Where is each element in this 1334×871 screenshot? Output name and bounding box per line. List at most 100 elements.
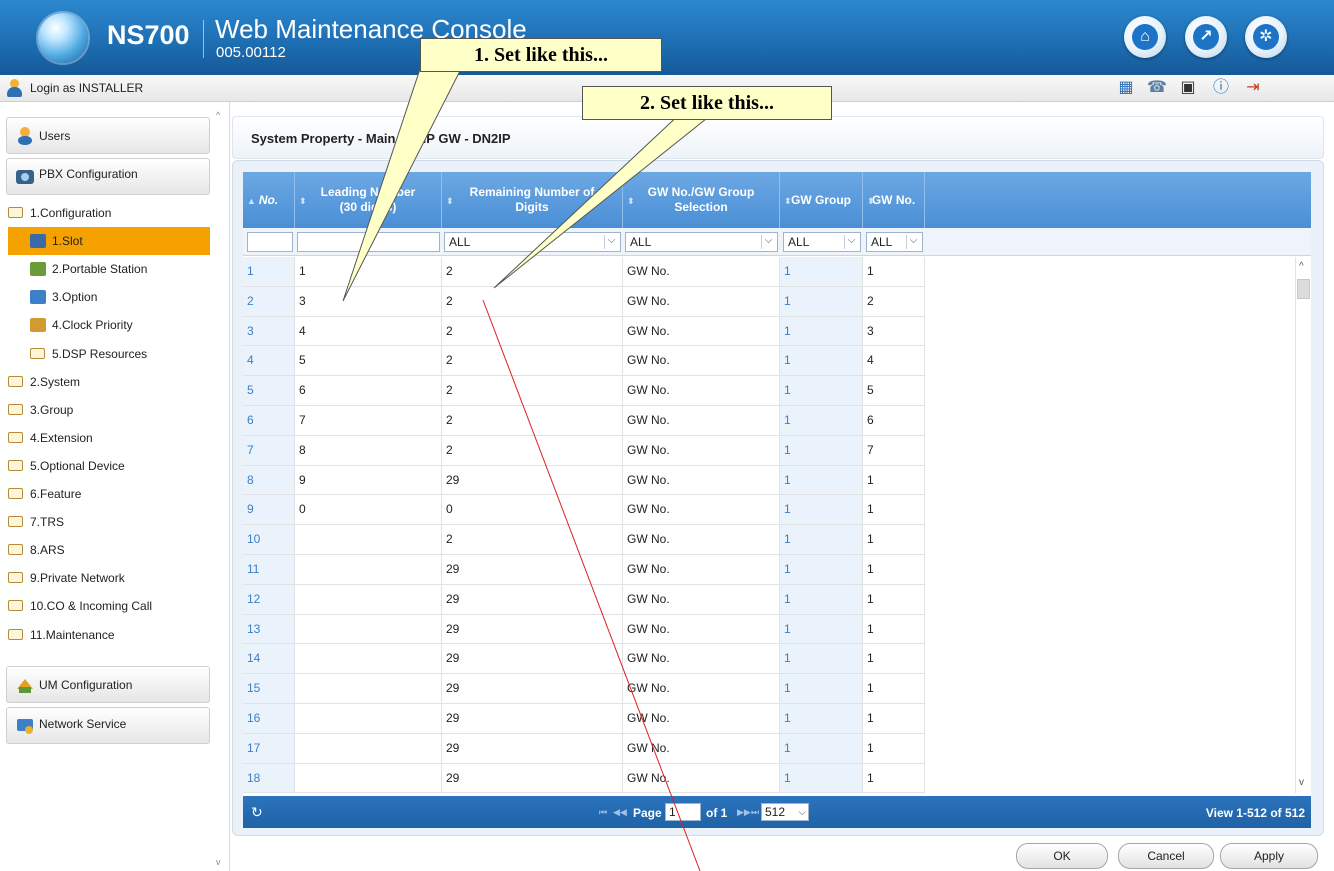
cell-gw-group[interactable]: 1 <box>780 435 863 466</box>
cell-gw-selection[interactable]: GW No. <box>623 525 780 555</box>
cell-gw-no[interactable]: 1 <box>863 584 925 615</box>
last-page-icon[interactable]: ⏭ <box>751 807 759 818</box>
cell-gw-selection[interactable]: GW No. <box>623 346 780 377</box>
cell-remaining-digits[interactable]: 2 <box>442 525 623 555</box>
cell-gw-selection[interactable]: GW No. <box>623 763 780 793</box>
table-row[interactable]: 10 2 GW No. 1 1 <box>243 525 1295 555</box>
cell-remaining-digits[interactable]: 2 <box>442 435 623 466</box>
cell-gw-group[interactable]: 1 <box>780 257 863 287</box>
cell-leading-number[interactable] <box>295 525 442 555</box>
cell-leading-number[interactable]: 7 <box>295 406 442 436</box>
table-row[interactable]: 1 1 2 GW No. 1 1 <box>243 257 1295 287</box>
cell-remaining-digits[interactable]: 2 <box>442 286 623 317</box>
sidebar-item-feature[interactable]: 6.Feature <box>8 480 210 508</box>
cell-remaining-digits[interactable]: 2 <box>442 257 623 287</box>
cell-gw-group[interactable]: 1 <box>780 346 863 377</box>
cell-leading-number[interactable] <box>295 614 442 645</box>
cell-gw-selection[interactable]: GW No. <box>623 733 780 764</box>
wrench-icon[interactable]: ↗ <box>1185 16 1227 58</box>
sidebar-item-slot[interactable]: 1.Slot <box>8 227 210 256</box>
filter-group-select[interactable]: ALL ⌵ <box>783 232 861 252</box>
sidebar-item-trs[interactable]: 7.TRS <box>8 508 210 536</box>
sidebar-item-portable-station[interactable]: 2.Portable Station <box>8 255 210 283</box>
cell-gw-no[interactable]: 7 <box>863 435 925 466</box>
cell-gw-selection[interactable]: GW No. <box>623 465 780 496</box>
cell-remaining-digits[interactable]: 29 <box>442 644 623 675</box>
sidebar-item-optional-device[interactable]: 5.Optional Device <box>8 452 210 480</box>
page-input[interactable]: 1 <box>665 803 701 821</box>
cell-leading-number[interactable]: 6 <box>295 376 442 406</box>
sidebar-item-clock-priority[interactable]: 4.Clock Priority <box>8 311 210 339</box>
table-row[interactable]: 9 0 0 GW No. 1 1 <box>243 495 1295 526</box>
sidebar-item-group[interactable]: 3.Group <box>8 396 210 424</box>
cell-gw-selection[interactable]: GW No. <box>623 644 780 675</box>
info-icon[interactable]: ⓘ <box>1211 78 1231 98</box>
cell-leading-number[interactable]: 0 <box>295 495 442 526</box>
cell-gw-selection[interactable]: GW No. <box>623 614 780 645</box>
apply-button[interactable]: Apply <box>1220 843 1318 869</box>
cancel-button[interactable]: Cancel <box>1118 843 1214 869</box>
cell-gw-selection[interactable]: GW No. <box>623 495 780 526</box>
column-header-remaining-digits[interactable]: ⬍ Remaining Number of Digits <box>442 172 623 228</box>
gear-icon[interactable]: ✲ <box>1245 16 1287 58</box>
sidebar-item-configuration[interactable]: 1.Configuration <box>8 199 210 227</box>
cell-leading-number[interactable]: 3 <box>295 286 442 317</box>
sidebar-item-ars[interactable]: 8.ARS <box>8 536 210 564</box>
cell-remaining-digits[interactable]: 2 <box>442 406 623 436</box>
cell-gw-group[interactable]: 1 <box>780 584 863 615</box>
cell-gw-no[interactable]: 1 <box>863 733 925 764</box>
sidebar-section-um[interactable]: UM Configuration <box>6 666 210 703</box>
table-row[interactable]: 3 4 2 GW No. 1 3 <box>243 316 1295 347</box>
column-header-leading-number[interactable]: ⬍ Leading Number (30 digits) <box>295 172 442 228</box>
cell-gw-selection[interactable]: GW No. <box>623 316 780 347</box>
cell-leading-number[interactable] <box>295 674 442 704</box>
cell-gw-group[interactable]: 1 <box>780 644 863 675</box>
table-row[interactable]: 5 6 2 GW No. 1 5 <box>243 376 1295 406</box>
column-header-gw-group[interactable]: ⬍ GW Group <box>780 172 863 228</box>
cell-leading-number[interactable]: 9 <box>295 465 442 496</box>
cell-leading-number[interactable] <box>295 763 442 793</box>
cell-gw-selection[interactable]: GW No. <box>623 674 780 704</box>
sidebar-item-extension[interactable]: 4.Extension <box>8 424 210 452</box>
cell-gw-group[interactable]: 1 <box>780 525 863 555</box>
grid-scrollbar[interactable]: ^ v <box>1295 257 1311 793</box>
cell-gw-group[interactable]: 1 <box>780 555 863 585</box>
cell-leading-number[interactable]: 8 <box>295 435 442 466</box>
table-row[interactable]: 12 29 GW No. 1 1 <box>243 584 1295 615</box>
table-row[interactable]: 11 29 GW No. 1 1 <box>243 555 1295 585</box>
cell-gw-group[interactable]: 1 <box>780 674 863 704</box>
sidebar-scrollbar[interactable]: ^ v <box>212 102 228 871</box>
next-page-icon[interactable]: ▶▶ <box>737 807 751 818</box>
prev-page-icon[interactable]: ◀◀ <box>613 807 627 818</box>
cell-leading-number[interactable] <box>295 555 442 585</box>
column-header-no[interactable]: ▲ No. <box>243 172 295 228</box>
cell-gw-no[interactable]: 1 <box>863 614 925 645</box>
ok-button[interactable]: OK <box>1016 843 1108 869</box>
cell-remaining-digits[interactable]: 2 <box>442 316 623 347</box>
cell-gw-no[interactable]: 4 <box>863 346 925 377</box>
sidebar-item-option[interactable]: 3.Option <box>8 283 210 311</box>
table-row[interactable]: 17 29 GW No. 1 1 <box>243 733 1295 764</box>
cell-gw-no[interactable]: 1 <box>863 644 925 675</box>
cell-gw-selection[interactable]: GW No. <box>623 376 780 406</box>
filter-no-input[interactable] <box>247 232 293 252</box>
cell-remaining-digits[interactable]: 2 <box>442 346 623 377</box>
sidebar-item-co-incoming-call[interactable]: 10.CO & Incoming Call <box>8 592 210 620</box>
cell-gw-group[interactable]: 1 <box>780 495 863 526</box>
sidebar-section-users[interactable]: Users <box>6 117 210 154</box>
table-row[interactable]: 7 8 2 GW No. 1 7 <box>243 435 1295 466</box>
column-header-gw-selection[interactable]: ⬍ GW No./GW Group Selection <box>623 172 780 228</box>
cell-gw-no[interactable]: 1 <box>863 525 925 555</box>
cell-gw-no[interactable]: 1 <box>863 465 925 496</box>
sidebar-item-private-network[interactable]: 9.Private Network <box>8 564 210 592</box>
table-row[interactable]: 15 29 GW No. 1 1 <box>243 674 1295 704</box>
scroll-up-icon[interactable]: ^ <box>1299 261 1304 272</box>
cell-gw-group[interactable]: 1 <box>780 465 863 496</box>
cell-gw-selection[interactable]: GW No. <box>623 704 780 734</box>
cell-gw-selection[interactable]: GW No. <box>623 555 780 585</box>
cell-remaining-digits[interactable]: 29 <box>442 555 623 585</box>
cell-gw-selection[interactable]: GW No. <box>623 584 780 615</box>
cell-remaining-digits[interactable]: 29 <box>442 704 623 734</box>
cell-gw-no[interactable]: 2 <box>863 286 925 317</box>
cell-gw-group[interactable]: 1 <box>780 704 863 734</box>
